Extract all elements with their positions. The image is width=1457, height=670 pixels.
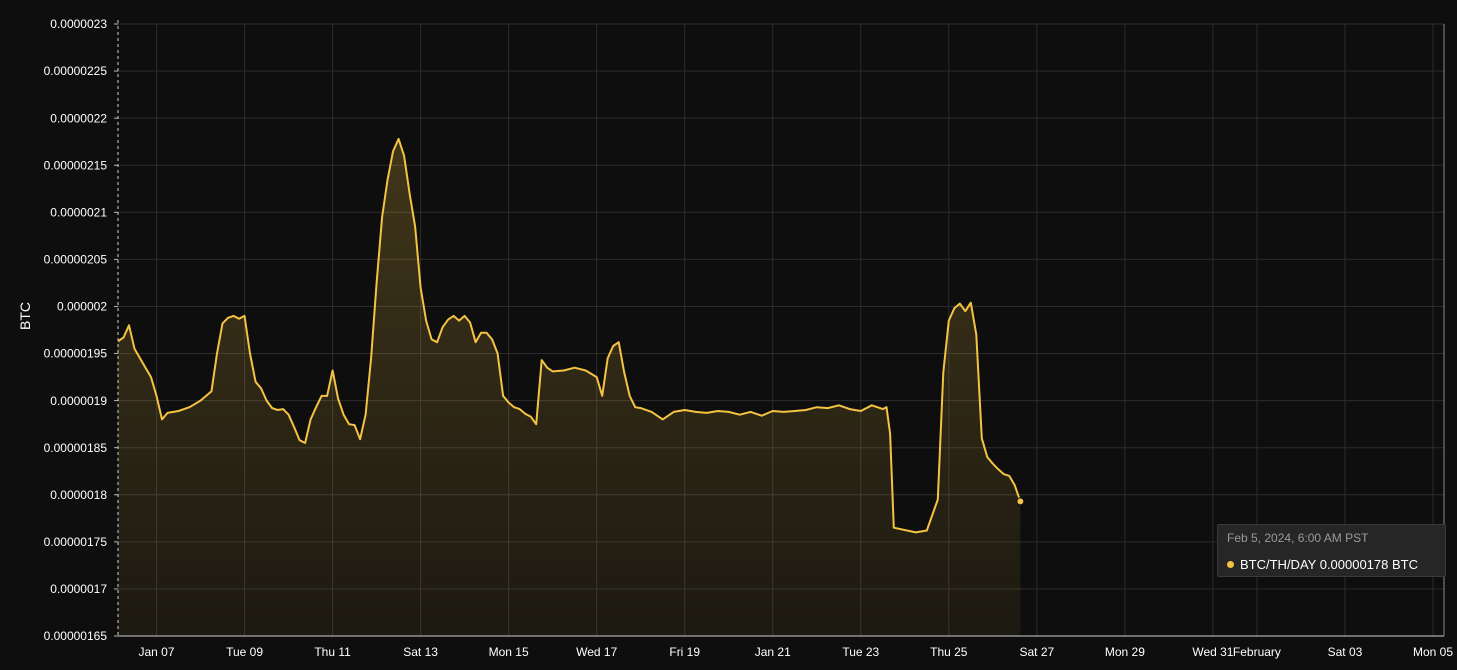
x-tick-label: Thu 25 xyxy=(930,645,968,659)
tooltip-value-row: BTC/TH/DAY 0.00000178 BTC xyxy=(1227,557,1418,572)
x-tick-label: Tue 09 xyxy=(226,645,263,659)
y-tick-label: 0.0000017 xyxy=(50,582,107,596)
x-tick-label: Sat 03 xyxy=(1328,645,1363,659)
area-layer xyxy=(117,137,1025,636)
y-axis-ticks: 0.0000023 0.00000225 0.0000022 0.00000215 0.… xyxy=(44,17,108,643)
y-tick-label: 0.00000165 xyxy=(44,629,108,643)
y-tick-label: 0.00000205 xyxy=(44,253,108,267)
x-tick-label: Thu 11 xyxy=(314,645,351,659)
x-tick-label: Wed 17 xyxy=(576,645,617,659)
y-tick-label: 0.0000018 xyxy=(50,488,107,502)
y-tick-label: 0.00000225 xyxy=(44,64,108,78)
x-tick-label: Mon 15 xyxy=(489,645,529,659)
tooltip: Feb 5, 2024, 6:00 AM PST BTC/TH/DAY 0.00… xyxy=(1217,524,1446,577)
x-tick-label: Tue 23 xyxy=(842,645,879,659)
x-tick-label: Wed 31 xyxy=(1192,645,1233,659)
y-tick-label: 0.0000022 xyxy=(50,111,107,125)
hover-point[interactable] xyxy=(1016,497,1025,506)
x-axis-ticks: Jan 07 Tue 09 Thu 11 Sat 13 Mon 15 Wed 17 Fri … xyxy=(138,645,1453,659)
y-tick-label: 0.000002 xyxy=(57,300,107,314)
y-axis-label: BTC xyxy=(17,302,33,330)
x-tick-label: Fri 19 xyxy=(669,645,700,659)
x-tick-label: Mon 29 xyxy=(1105,645,1145,659)
y-tick-label: 0.00000195 xyxy=(44,347,108,361)
x-tick-label: Jan 21 xyxy=(755,645,791,659)
tooltip-date: Feb 5, 2024, 6:00 AM PST xyxy=(1227,531,1369,545)
y-tick-label: 0.0000021 xyxy=(50,205,107,219)
tooltip-value: BTC/TH/DAY 0.00000178 BTC xyxy=(1240,557,1418,572)
x-tick-label: Mon 05 xyxy=(1413,645,1453,659)
y-tick-label: 0.00000175 xyxy=(44,535,108,549)
y-tick-label: 0.0000023 xyxy=(50,17,107,31)
y-tick-label: 0.00000185 xyxy=(44,441,108,455)
series-dot-icon xyxy=(1227,561,1234,568)
x-tick-label: Jan 07 xyxy=(138,645,174,659)
x-tick-label: February xyxy=(1233,645,1281,659)
x-tick-label: Sat 13 xyxy=(403,645,438,659)
x-tick-label: Sat 27 xyxy=(1019,645,1054,659)
series-area-fill xyxy=(118,138,1021,636)
y-tick-label: 0.00000215 xyxy=(44,158,108,172)
y-tick-label: 0.0000019 xyxy=(50,394,107,408)
